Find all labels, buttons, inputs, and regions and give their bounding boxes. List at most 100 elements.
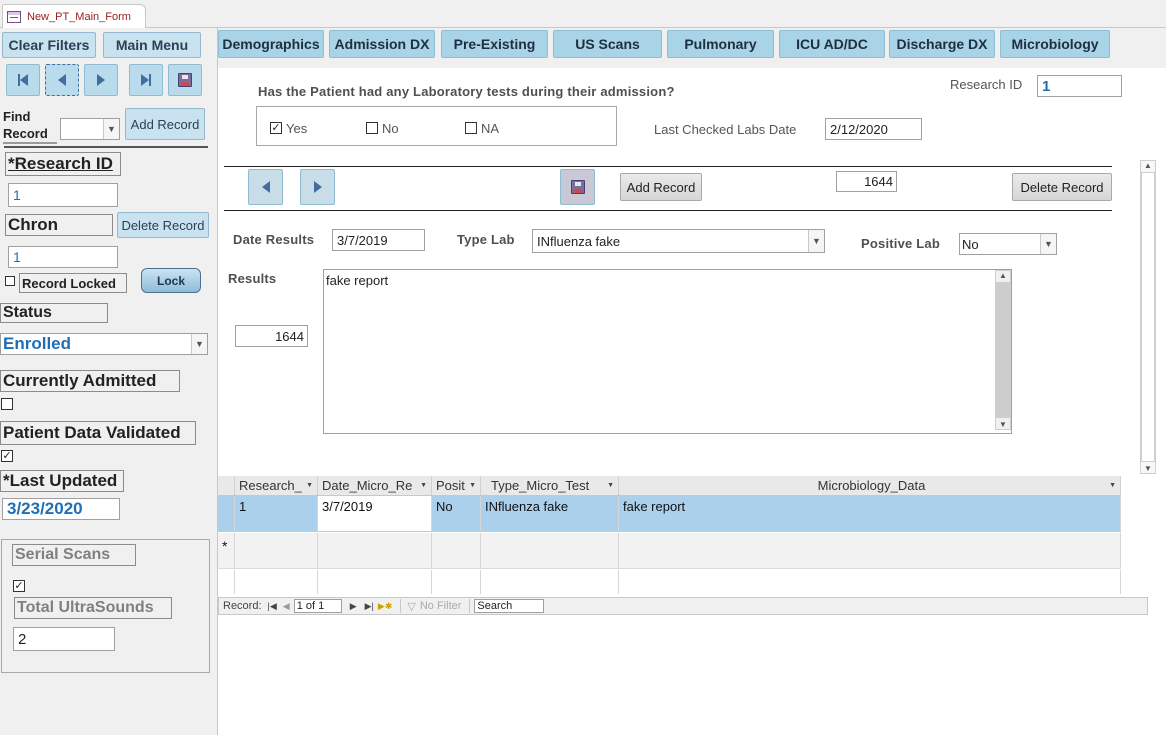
results-scrollbar[interactable]: ▲ ▼: [995, 270, 1011, 430]
type-lab-combo[interactable]: INfluenza fake ▼: [532, 229, 825, 253]
next-record-icon[interactable]: ▶: [350, 601, 357, 612]
lock-button[interactable]: Lock: [141, 268, 201, 293]
new-cell[interactable]: [318, 533, 432, 568]
option-yes-label: Yes: [286, 121, 308, 136]
row-selector[interactable]: [218, 496, 235, 531]
sub-next-record-button[interactable]: [300, 169, 335, 205]
tab-pulmonary[interactable]: Pulmonary: [667, 30, 774, 58]
option-yes-checkbox[interactable]: ✓: [270, 122, 282, 134]
sub-previous-record-button[interactable]: [248, 169, 283, 205]
new-cell[interactable]: [235, 533, 318, 568]
chevron-down-icon[interactable]: ▼: [469, 482, 476, 489]
research-id-label-main: Research ID: [950, 77, 1023, 92]
tab-us-scans[interactable]: US Scans: [553, 30, 662, 58]
date-results-field[interactable]: 3/7/2019: [332, 229, 425, 251]
research-id-field[interactable]: 1: [8, 183, 118, 207]
add-record-button[interactable]: Add Record: [125, 108, 205, 140]
tab-discharge-dx[interactable]: Discharge DX: [889, 30, 995, 58]
filter-icon[interactable]: ▽: [407, 600, 415, 613]
column-header-research[interactable]: Research_ ▼: [235, 476, 318, 495]
previous-record-icon[interactable]: ◀: [283, 601, 290, 612]
column-header-positive[interactable]: Posit ▼: [432, 476, 481, 495]
find-record-combo[interactable]: ▼: [60, 118, 120, 140]
divider: [4, 146, 208, 148]
last-checked-labs-field[interactable]: 2/12/2020: [825, 118, 922, 140]
scroll-up-icon[interactable]: ▲: [1144, 161, 1152, 170]
search-input[interactable]: Search: [474, 599, 545, 613]
no-filter-button[interactable]: No Filter: [420, 600, 462, 612]
last-updated-field[interactable]: 3/23/2020: [2, 498, 120, 520]
serial-scans-checkbox[interactable]: ✓: [13, 580, 25, 592]
tab-microbiology[interactable]: Microbiology: [1000, 30, 1110, 58]
form-scroll-thumb[interactable]: [1141, 172, 1155, 462]
tab-pre-existing[interactable]: Pre-Existing: [441, 30, 548, 58]
column-header-microbiology-data[interactable]: Microbiology_Data ▼: [619, 476, 1121, 495]
chevron-down-icon[interactable]: ▼: [607, 482, 614, 489]
cell-research[interactable]: 1: [235, 496, 318, 531]
clear-filters-button[interactable]: Clear Filters: [2, 32, 96, 58]
chevron-down-icon[interactable]: ▼: [1040, 234, 1056, 254]
chevron-down-icon[interactable]: ▼: [808, 230, 824, 252]
results-number-field[interactable]: 1644: [235, 325, 308, 347]
last-checked-labs-label: Last Checked Labs Date: [654, 122, 797, 137]
cell-date-micro[interactable]: 3/7/2019: [318, 496, 432, 531]
delete-record-button[interactable]: Delete Record: [117, 212, 209, 238]
scroll-down-icon[interactable]: ▼: [1144, 464, 1152, 473]
cell-positive[interactable]: No: [432, 496, 481, 531]
form-vertical-scrollbar[interactable]: ▲ ▼: [1140, 160, 1156, 474]
chevron-down-icon[interactable]: ▼: [1109, 482, 1116, 489]
scroll-down-icon[interactable]: ▼: [999, 420, 1007, 429]
chevron-down-icon[interactable]: ▼: [103, 119, 119, 139]
previous-record-button[interactable]: [45, 64, 79, 96]
chevron-down-icon[interactable]: ▼: [306, 482, 313, 489]
serial-scans-label: Serial Scans: [12, 544, 136, 566]
tab-demographics[interactable]: Demographics: [218, 30, 324, 58]
first-record-button[interactable]: [6, 64, 40, 96]
form-document-tab[interactable]: New_PT_Main_Form: [2, 4, 146, 28]
new-record-row[interactable]: *: [218, 533, 1121, 569]
record-locked-checkbox[interactable]: [5, 276, 15, 286]
sub-delete-record-button[interactable]: Delete Record: [1012, 173, 1112, 201]
main-menu-button[interactable]: Main Menu: [103, 32, 201, 58]
column-header-type-micro[interactable]: Type_Micro_Test ▼: [481, 476, 619, 495]
status-combo[interactable]: Enrolled ▼: [0, 333, 208, 355]
sub-save-record-button[interactable]: [560, 169, 595, 205]
new-cell[interactable]: [481, 533, 619, 568]
last-record-icon[interactable]: ▶|: [365, 601, 374, 612]
previous-record-icon: [58, 74, 66, 86]
currently-admitted-checkbox[interactable]: [1, 398, 13, 410]
results-textarea[interactable]: fake report ▲ ▼: [323, 269, 1012, 434]
total-ultrasounds-field[interactable]: 2: [13, 627, 115, 651]
results-scroll-thumb[interactable]: [996, 282, 1010, 418]
sub-add-record-button[interactable]: Add Record: [620, 173, 702, 201]
save-record-button[interactable]: [168, 64, 202, 96]
form-icon: [7, 10, 21, 23]
first-record-icon[interactable]: |◀: [268, 601, 277, 612]
last-bar-icon: [149, 74, 151, 86]
option-no-checkbox[interactable]: [366, 122, 378, 134]
chevron-down-icon[interactable]: ▼: [191, 334, 207, 354]
cell-type-micro[interactable]: INfluenza fake: [481, 496, 619, 531]
patient-data-validated-checkbox[interactable]: ✓: [1, 450, 13, 462]
chron-field[interactable]: 1: [8, 246, 118, 268]
document-tab-strip: New_PT_Main_Form: [0, 0, 1166, 28]
column-header-date-micro[interactable]: Date_Micro_Re ▼: [318, 476, 432, 495]
tab-icu-ad-dc[interactable]: ICU AD/DC: [779, 30, 885, 58]
select-all-cell[interactable]: [218, 476, 235, 495]
research-id-field-main[interactable]: 1: [1037, 75, 1122, 97]
positive-lab-combo[interactable]: No ▼: [959, 233, 1057, 255]
cell-microbiology-data[interactable]: fake report: [619, 496, 1121, 531]
record-position-field[interactable]: 1 of 1: [293, 599, 342, 613]
next-record-button[interactable]: [84, 64, 118, 96]
tab-admission-dx[interactable]: Admission DX: [329, 30, 435, 58]
option-na-checkbox[interactable]: [465, 122, 477, 134]
sub-record-number-field[interactable]: 1644: [836, 171, 897, 192]
new-cell[interactable]: [432, 533, 481, 568]
chevron-down-icon[interactable]: ▼: [420, 482, 427, 489]
save-icon: [178, 73, 192, 87]
table-row[interactable]: 1 3/7/2019 No INfluenza fake fake report: [218, 496, 1121, 532]
new-cell[interactable]: [619, 533, 1121, 568]
new-record-icon[interactable]: ▶✱: [378, 601, 392, 612]
scroll-up-icon[interactable]: ▲: [999, 271, 1007, 280]
last-record-button[interactable]: [129, 64, 163, 96]
